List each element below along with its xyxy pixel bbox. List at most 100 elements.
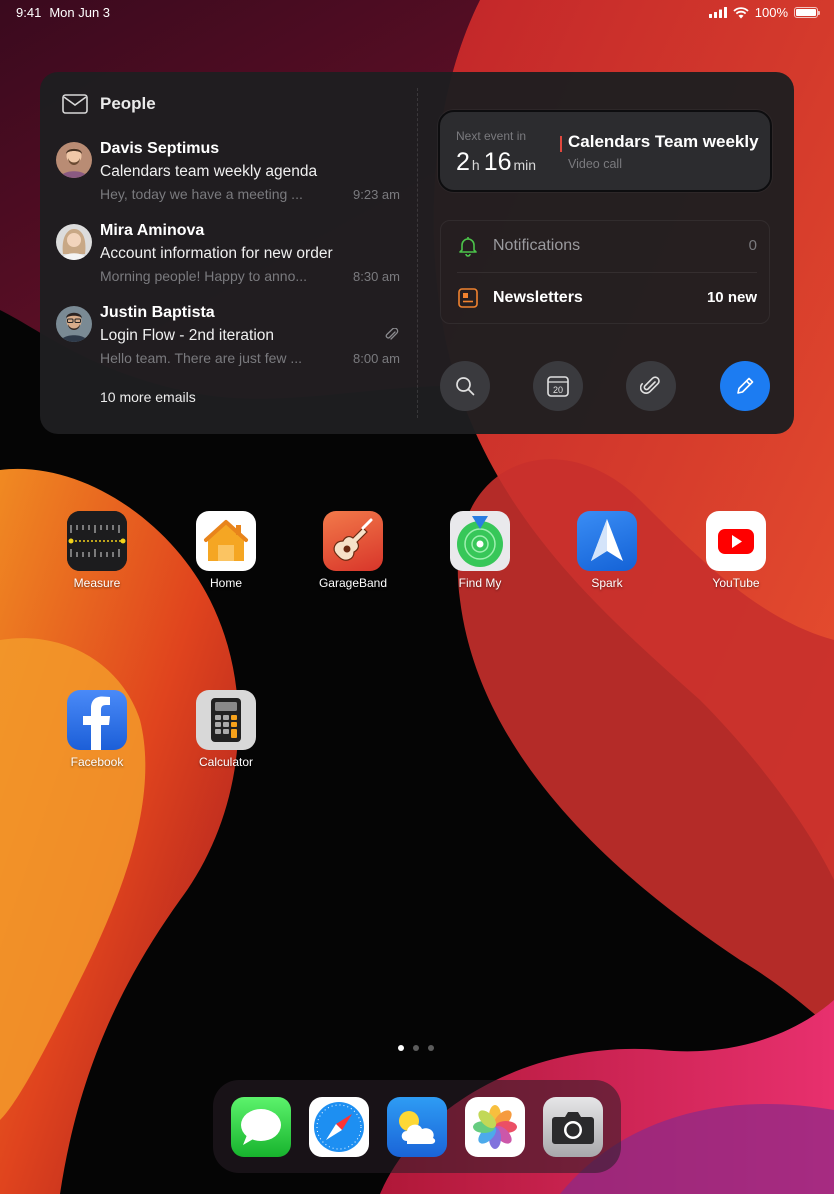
app-label: Find My xyxy=(458,576,502,590)
dock-photos[interactable] xyxy=(465,1097,525,1157)
dock-messages[interactable] xyxy=(231,1097,291,1157)
mail-icon xyxy=(62,94,88,114)
avatar xyxy=(56,306,92,342)
notifications-row[interactable]: Notifications 0 xyxy=(457,221,757,273)
email-item[interactable]: Davis Septimus Calendars team weekly age… xyxy=(56,140,400,210)
email-preview: Morning people! Happy to anno... xyxy=(100,268,308,284)
photos-icon xyxy=(473,1105,517,1149)
newsletters-label: Newsletters xyxy=(493,289,583,306)
email-time: 9:23 am xyxy=(353,187,400,202)
home-icon xyxy=(196,511,256,571)
calendar-day: 20 xyxy=(553,385,563,395)
email-sender: Davis Septimus xyxy=(100,140,220,157)
attachments-button[interactable] xyxy=(626,361,676,411)
bell-icon xyxy=(459,237,477,257)
app-label: Home xyxy=(209,576,242,590)
messages-icon xyxy=(241,1109,281,1145)
countdown-hours: 2 xyxy=(456,148,470,176)
app-home[interactable]: Home xyxy=(176,511,276,590)
countdown-hours-unit: h xyxy=(471,157,480,173)
dock xyxy=(213,1080,621,1173)
email-time: 8:00 am xyxy=(353,351,400,366)
find-my-icon xyxy=(450,511,510,571)
page-dot[interactable] xyxy=(398,1045,404,1051)
newsletter-icon xyxy=(458,288,478,308)
guitar-icon xyxy=(323,511,383,571)
youtube-icon xyxy=(706,511,766,571)
page-indicator[interactable] xyxy=(398,1045,434,1051)
dock-weather[interactable] xyxy=(387,1097,447,1157)
app-youtube[interactable]: YouTube xyxy=(686,511,786,590)
app-label: Facebook xyxy=(70,755,124,769)
compose-button[interactable] xyxy=(720,361,770,411)
mail-widget[interactable]: People Davis Septimus Calendars team wee… xyxy=(40,72,794,434)
next-event-card[interactable]: Next event in 2 h 16 min Calendars Team wee… xyxy=(438,110,772,192)
dock-camera[interactable] xyxy=(543,1097,603,1157)
status-bar: 9:41 Mon Jun 3 100% xyxy=(0,0,834,24)
avatar xyxy=(56,224,92,260)
newsletters-count: 10 new xyxy=(706,289,757,306)
page-dot[interactable] xyxy=(428,1045,434,1051)
people-title: People xyxy=(100,94,156,113)
event-color-bar xyxy=(560,136,562,152)
event-subtitle: Video call xyxy=(568,157,622,171)
app-spark[interactable]: Spark xyxy=(557,511,657,590)
pencil-icon xyxy=(737,377,754,394)
app-find-my[interactable]: Find My xyxy=(430,511,530,590)
app-label: GarageBand xyxy=(318,576,388,590)
app-label: YouTube xyxy=(712,576,760,590)
app-facebook[interactable]: Facebook xyxy=(47,690,147,769)
email-time: 8:30 am xyxy=(353,269,400,284)
more-emails-link[interactable]: 10 more emails xyxy=(100,389,196,405)
smart-inbox-card: Notifications 0 Newsletters 10 new xyxy=(440,220,770,324)
email-sender: Justin Baptista xyxy=(100,304,215,321)
calendar-icon: 20 xyxy=(547,376,569,397)
avatar xyxy=(56,142,92,178)
email-item[interactable]: Mira Aminova Account information for new… xyxy=(56,222,400,292)
widget-divider xyxy=(417,88,418,418)
battery-icon xyxy=(794,7,820,18)
camera-icon xyxy=(552,1112,594,1144)
attachment-icon xyxy=(385,328,399,340)
notifications-label: Notifications xyxy=(493,237,581,254)
safari-icon xyxy=(314,1102,364,1152)
app-label: Spark xyxy=(591,576,623,590)
event-title: Calendars Team weekly xyxy=(568,132,759,151)
weather-icon xyxy=(399,1111,436,1144)
battery-fill xyxy=(796,9,816,16)
email-sender: Mira Aminova xyxy=(100,222,205,239)
signal-icon xyxy=(708,7,727,18)
email-subject: Calendars team weekly agenda xyxy=(100,163,318,180)
search-icon xyxy=(456,377,475,396)
calculator-icon xyxy=(196,690,256,750)
countdown-minutes-unit: min xyxy=(513,157,537,173)
status-time: 9:41 xyxy=(16,5,42,20)
app-label: Calculator xyxy=(198,755,254,769)
battery-percent: 100% xyxy=(754,5,788,20)
wifi-icon xyxy=(733,6,749,18)
status-date: Mon Jun 3 xyxy=(49,5,111,20)
dock-safari[interactable] xyxy=(309,1097,369,1157)
people-header[interactable]: People xyxy=(62,94,156,114)
notifications-count: 0 xyxy=(748,237,757,254)
paperclip-icon xyxy=(640,376,660,394)
email-preview: Hello team. There are just few ... xyxy=(100,350,303,366)
newsletters-row[interactable]: Newsletters 10 new xyxy=(457,273,757,325)
app-calculator[interactable]: Calculator xyxy=(176,690,276,769)
countdown-minutes: 16 xyxy=(483,148,512,176)
next-event-label: Next event in xyxy=(456,129,527,143)
app-label: Measure xyxy=(73,576,121,590)
facebook-icon xyxy=(67,690,127,750)
event-countdown: 2 h 16 min xyxy=(456,148,540,177)
email-subject: Login Flow - 2nd iteration xyxy=(100,327,275,344)
app-measure[interactable]: Measure xyxy=(47,511,147,590)
email-item[interactable]: Justin Baptista Login Flow - 2nd iterati… xyxy=(56,304,400,374)
page-dot[interactable] xyxy=(413,1045,419,1051)
spark-icon xyxy=(577,511,637,571)
email-subject: Account information for new order xyxy=(100,245,333,262)
measure-icon xyxy=(67,511,127,571)
app-garageband[interactable]: GarageBand xyxy=(303,511,403,590)
calendar-button[interactable]: 20 xyxy=(533,361,583,411)
email-preview: Hey, today we have a meeting ... xyxy=(100,186,303,202)
search-button[interactable] xyxy=(440,361,490,411)
